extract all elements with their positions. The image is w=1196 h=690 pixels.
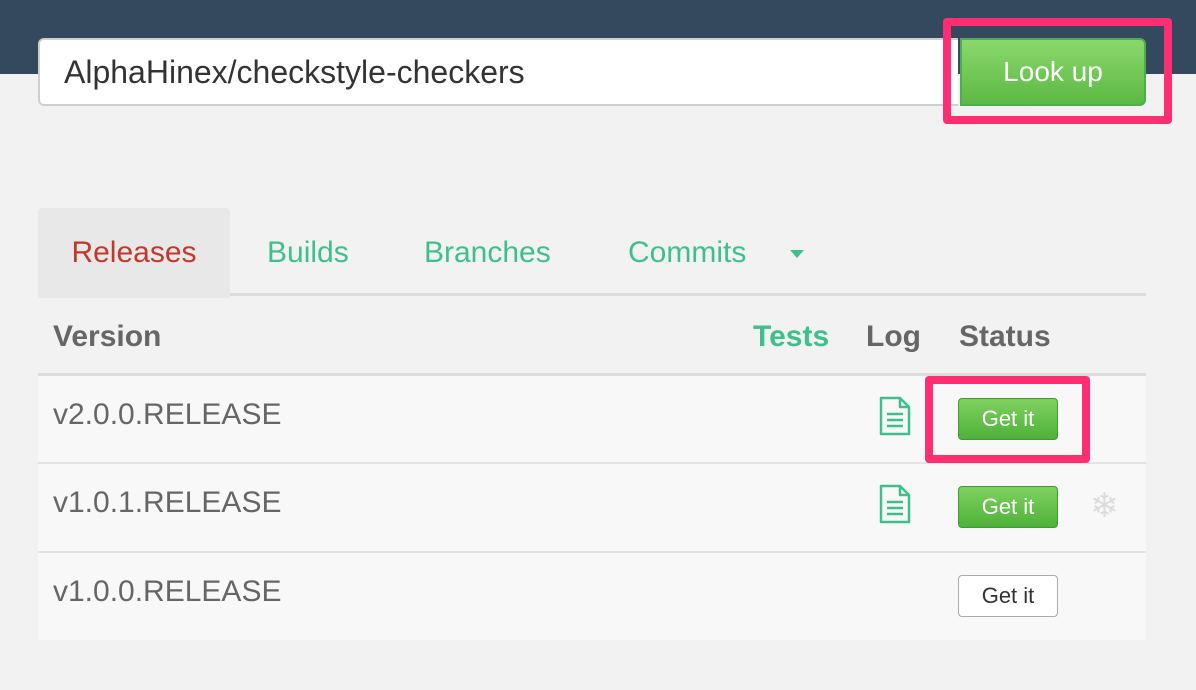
column-header-status: Status bbox=[959, 320, 1051, 353]
get-it-button[interactable]: Get it bbox=[958, 486, 1058, 528]
snowflake-icon: ❄ bbox=[1090, 487, 1119, 525]
caret-down-icon[interactable] bbox=[790, 250, 804, 258]
version-label: v2.0.0.RELEASE bbox=[53, 398, 282, 431]
tab-releases[interactable]: Releases bbox=[38, 208, 230, 298]
get-it-button[interactable]: Get it bbox=[958, 398, 1058, 440]
document-icon[interactable] bbox=[878, 484, 912, 524]
table-row: v1.0.0.RELEASE Get it bbox=[38, 553, 1146, 640]
look-up-button[interactable]: Look up bbox=[960, 38, 1146, 106]
version-label: v1.0.1.RELEASE bbox=[53, 486, 282, 519]
tab-bar: Releases Builds Branches Commits bbox=[38, 208, 1146, 298]
tab-commits[interactable]: Commits bbox=[628, 208, 746, 296]
column-header-log: Log bbox=[866, 320, 921, 353]
table-row: v2.0.0.RELEASE Get it bbox=[38, 376, 1146, 464]
repository-search-input[interactable] bbox=[38, 38, 958, 106]
version-label: v1.0.0.RELEASE bbox=[53, 575, 282, 608]
get-it-button[interactable]: Get it bbox=[958, 575, 1058, 617]
table-row: v1.0.1.RELEASE Get it ❄ bbox=[38, 464, 1146, 553]
column-header-tests[interactable]: Tests bbox=[753, 320, 829, 354]
document-icon[interactable] bbox=[878, 396, 912, 436]
tab-branches[interactable]: Branches bbox=[424, 208, 551, 296]
column-header-version: Version bbox=[53, 320, 162, 353]
tab-builds[interactable]: Builds bbox=[267, 208, 349, 296]
